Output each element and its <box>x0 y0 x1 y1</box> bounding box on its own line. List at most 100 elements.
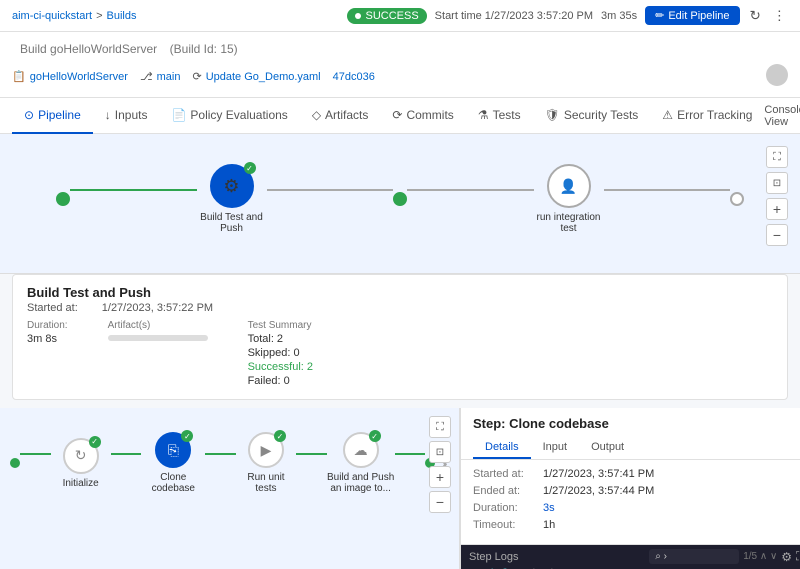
page-title: Build goHelloWorldServer (Build Id: 15) <box>12 40 788 58</box>
refresh-button[interactable]: ↻ <box>748 6 763 26</box>
person-icon: 👤 <box>560 178 577 195</box>
tab-error[interactable]: ⚠ Error Tracking <box>650 98 764 134</box>
zoom-out-btn-2[interactable]: − <box>429 491 451 513</box>
tab-policy[interactable]: 📄 Policy Evaluations <box>159 98 299 134</box>
bottom-stage-initialize[interactable]: ↻ ✓ Initialize <box>51 438 111 489</box>
bottom-stage-runtests[interactable]: ▶ ✓ Run unit tests <box>236 432 296 494</box>
avatar-icon <box>766 64 788 86</box>
connector-3 <box>407 189 534 191</box>
connector-1 <box>70 189 197 191</box>
integration-label: run integration test <box>534 212 604 234</box>
tab-security[interactable]: 🛡 Security Tests <box>533 98 651 134</box>
edit-label: Edit Pipeline <box>668 10 729 22</box>
bottom-pipeline-stages: ↻ ✓ Initialize ⎘ ✓ Clone codebase <box>0 408 459 494</box>
tab-pipeline-label: Pipeline <box>38 108 81 122</box>
fit-btn-2[interactable]: ⊡ <box>429 441 451 463</box>
step-panel-header: Step: Clone codebase ⊞ ☰ ⤢ Details Input… <box>461 408 800 460</box>
branch-row: 📋 goHelloWorldServer ⎇ main ⟳ Update Go_… <box>12 64 788 97</box>
repo-name[interactable]: goHelloWorldServer <box>30 71 128 83</box>
buildpush-label: Build and Push an image to... <box>327 472 395 494</box>
repo-link[interactable]: 📋 goHelloWorldServer <box>12 70 128 83</box>
tab-tests[interactable]: ⚗ Tests <box>466 98 533 134</box>
hash-link[interactable]: 47dc036 <box>333 71 375 83</box>
bottom-stage-buildpush[interactable]: ☁ ✓ Build and Push an image to... <box>327 432 395 494</box>
console-toggle: Console View <box>764 104 800 128</box>
artifacts-label: Artifact(s) <box>108 320 208 331</box>
logs-settings-btn[interactable]: ⚙ <box>781 550 792 564</box>
fullscreen-btn-2[interactable]: ⛶ <box>429 416 451 438</box>
pipeline-canvas-top: ⛶ ⊡ + − ⚙ ✓ Build Test and Push <box>0 134 800 274</box>
terminal-icon: ▶ <box>261 442 272 459</box>
test-skipped: Skipped: 0 <box>248 347 313 359</box>
top-bar: aim-ci-quickstart > Builds SUCCESS Start… <box>0 0 800 32</box>
timeout-row: Timeout: 1h <box>473 519 800 531</box>
test-label: Test Summary <box>248 320 313 331</box>
test-failed: Failed: 0 <box>248 375 313 387</box>
zoom-out-button[interactable]: − <box>766 224 788 246</box>
commits-icon: ⟳ <box>392 108 402 122</box>
started-row: Started at: 1/27/2023, 3:57:41 PM <box>473 468 800 480</box>
branch-name[interactable]: main <box>157 71 181 83</box>
step-tab-output[interactable]: Output <box>579 437 636 459</box>
fit-button[interactable]: ⊡ <box>766 172 788 194</box>
stage-integration[interactable]: 👤 run integration test <box>534 164 604 234</box>
test-total: Total: 2 <box>248 333 313 345</box>
connector-4 <box>604 189 731 191</box>
tab-artifacts[interactable]: ◇ Artifacts <box>300 98 381 134</box>
fullscreen-button[interactable]: ⛶ <box>766 146 788 168</box>
commit-link[interactable]: ⟳ Update Go_Demo.yaml <box>192 70 320 83</box>
zoom-in-btn-2[interactable]: + <box>429 466 451 488</box>
tab-pipeline[interactable]: ⊙ Pipeline <box>12 98 93 134</box>
artifacts-icon: ◇ <box>312 108 321 122</box>
ended-row: Ended at: 1/27/2023, 3:57:44 PM <box>473 485 800 497</box>
initialize-label: Initialize <box>51 478 111 489</box>
branch-link[interactable]: ⎇ main <box>140 70 181 83</box>
tab-tests-label: Tests <box>493 108 521 122</box>
more-button[interactable]: ⋮ <box>771 6 788 26</box>
artifact-bar <box>108 335 208 341</box>
pipeline-canvas-bottom: ⛶ ⊡ + − ↻ ✓ Initialize <box>0 408 460 569</box>
build-info-panel: Build Test and Push Started at: 1/27/202… <box>12 274 788 400</box>
logs-search-input[interactable] <box>649 549 739 564</box>
started-label: Started at: <box>27 302 78 314</box>
status-label: SUCCESS <box>365 10 418 22</box>
step-details: Started at: 1/27/2023, 3:57:41 PM Ended … <box>461 460 800 544</box>
bot-conn-3 <box>205 453 236 455</box>
canvas-controls-top: ⛶ ⊡ + − <box>766 146 788 246</box>
tab-inputs[interactable]: ↓ Inputs <box>93 98 160 134</box>
stage-end <box>730 192 744 206</box>
edit-pipeline-button[interactable]: ✏ Edit Pipeline <box>645 6 739 25</box>
zoom-in-button[interactable]: + <box>766 198 788 220</box>
page-title-bar: Build goHelloWorldServer (Build Id: 15) … <box>0 32 800 98</box>
tab-commits[interactable]: ⟳ Commits <box>380 98 465 134</box>
breadcrumb-part1[interactable]: aim-ci-quickstart <box>12 10 92 22</box>
commit-icon: ⟳ <box>192 70 201 83</box>
bot-conn-5 <box>395 453 426 455</box>
build-meta-row: Started at: 1/27/2023, 3:57:22 PM <box>27 302 773 314</box>
tab-security-label: Security Tests <box>564 108 638 122</box>
policy-icon: 📄 <box>171 108 186 122</box>
bottom-stage-clone[interactable]: ⎘ ✓ Clone codebase <box>141 432 205 494</box>
connector-2 <box>267 189 394 191</box>
tab-artifacts-label: Artifacts <box>325 108 368 122</box>
duration: 3m 35s <box>601 10 637 22</box>
logs-fullscreen-btn[interactable]: ⛶ <box>796 549 800 564</box>
step-title: Step: Clone codebase ⊞ ☰ ⤢ <box>473 416 800 431</box>
build-id: (Build Id: 15) <box>170 42 238 56</box>
canvas-controls-bottom: ⛶ ⊡ + − <box>429 416 451 513</box>
tab-commits-label: Commits <box>406 108 453 122</box>
buildpush-check: ✓ <box>369 430 381 442</box>
repo-icon: 📋 <box>12 70 26 83</box>
breadcrumb-part2[interactable]: Builds <box>107 10 137 22</box>
status-dot <box>355 13 361 19</box>
started-value: 1/27/2023, 3:57:22 PM <box>102 302 213 314</box>
tests-icon: ⚗ <box>478 108 489 122</box>
step-tab-details[interactable]: Details <box>473 437 531 459</box>
commit-hash[interactable]: 47dc036 <box>333 71 375 83</box>
clone-icon: ⎘ <box>168 442 179 459</box>
step-tab-input[interactable]: Input <box>531 437 579 459</box>
top-bar-right: SUCCESS Start time 1/27/2023 3:57:20 PM … <box>347 6 788 26</box>
commit-message[interactable]: Update Go_Demo.yaml <box>206 71 321 83</box>
build-title: Build Test and Push <box>27 285 773 300</box>
stage-build[interactable]: ⚙ ✓ Build Test and Push <box>197 164 267 234</box>
